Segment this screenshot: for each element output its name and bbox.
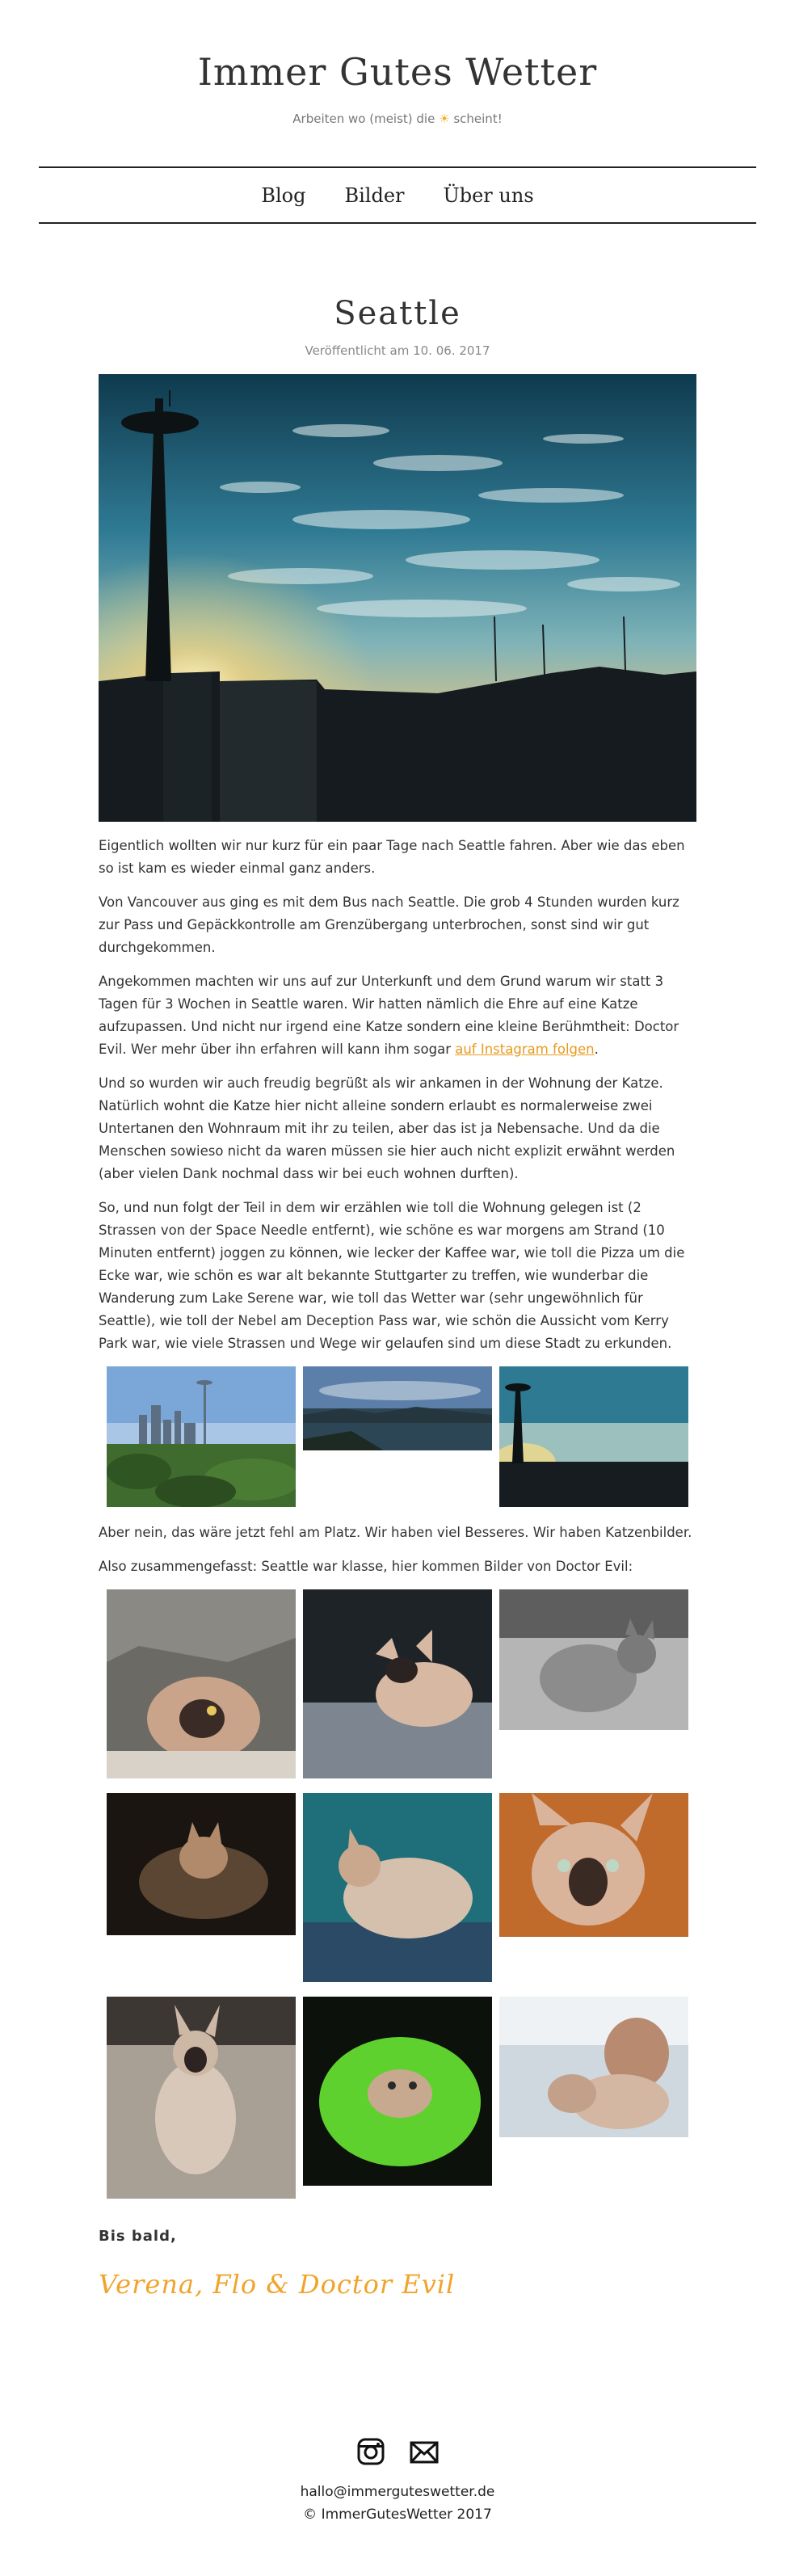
cat-image[interactable] bbox=[303, 1793, 492, 1985]
cat-image[interactable] bbox=[499, 1589, 688, 1782]
gallery-image-skyline[interactable] bbox=[107, 1366, 301, 1510]
blog-post: Seattle Veröffentlicht am 10. 06. 2017 E… bbox=[99, 295, 696, 2300]
instagram-link[interactable]: auf Instagram folgen bbox=[455, 1042, 594, 1057]
cat-image[interactable] bbox=[107, 1793, 296, 1985]
instagram-icon[interactable] bbox=[356, 2437, 385, 2466]
seattle-gallery bbox=[99, 1366, 696, 1510]
cat-gallery-row-3 bbox=[99, 1997, 696, 2202]
gallery-image-coast[interactable] bbox=[303, 1366, 492, 1510]
cat-image[interactable] bbox=[107, 1997, 296, 2202]
site-header: Immer Gutes Wetter Arbeiten wo (meist) d… bbox=[0, 0, 795, 126]
tagline: Arbeiten wo (meist) die ☀ scheint! bbox=[0, 112, 795, 126]
social-links bbox=[0, 2437, 795, 2466]
gallery-image-space-needle[interactable] bbox=[491, 1366, 688, 1510]
post-date: Veröffentlicht am 10. 06. 2017 bbox=[305, 343, 490, 358]
post-body: Eigentlich wollten wir nur kurz für ein … bbox=[99, 835, 696, 2202]
footer-email[interactable]: hallo@immerguteswetter.de bbox=[0, 2484, 795, 2500]
sun-icon: ☀ bbox=[439, 112, 450, 126]
footer-copyright: © ImmerGutesWetter 2017 bbox=[303, 2507, 492, 2523]
main-nav: Blog Bilder Über uns bbox=[39, 166, 756, 224]
paragraph-period: . bbox=[594, 1042, 599, 1057]
cat-gallery-row-1 bbox=[99, 1589, 696, 1782]
nav-item-bilder[interactable]: Bilder bbox=[344, 184, 404, 207]
paragraph: Eigentlich wollten wir nur kurz für ein … bbox=[99, 838, 685, 876]
post-title: Seattle bbox=[334, 295, 461, 332]
cat-gallery-row-2 bbox=[99, 1793, 696, 1985]
mail-icon[interactable] bbox=[410, 2437, 439, 2466]
signoff: Bis bald, bbox=[99, 2228, 177, 2245]
tagline-text: Arbeiten wo (meist) die bbox=[292, 112, 435, 126]
paragraph: Angekommen machten wir uns auf zur Unter… bbox=[99, 970, 696, 1061]
cat-image[interactable] bbox=[499, 1997, 688, 2202]
hero-image-space-needle bbox=[99, 374, 696, 822]
cat-image[interactable] bbox=[303, 1589, 492, 1782]
paragraph: Und so wurden wir auch freudig begrüßt a… bbox=[99, 1075, 675, 1181]
paragraph: Also zusammengefasst: Seattle war klasse… bbox=[99, 1559, 633, 1574]
site-footer: hallo@immerguteswetter.de © ImmerGutesWe… bbox=[0, 2437, 795, 2523]
cat-image[interactable] bbox=[303, 1997, 492, 2202]
site-title[interactable]: Immer Gutes Wetter bbox=[0, 50, 795, 94]
cat-image[interactable] bbox=[107, 1589, 296, 1782]
nav-item-ueber-uns[interactable]: Über uns bbox=[444, 184, 534, 207]
signature: Verena, Flo & Doctor Evil bbox=[99, 2269, 456, 2300]
cat-image[interactable] bbox=[499, 1793, 688, 1985]
paragraph: Aber nein, das wäre jetzt fehl am Platz.… bbox=[99, 1525, 692, 1540]
tagline-text-end: scheint! bbox=[453, 112, 503, 126]
nav-item-blog[interactable]: Blog bbox=[261, 184, 305, 207]
paragraph: So, und nun folgt der Teil in dem wir er… bbox=[99, 1200, 685, 1351]
paragraph: Von Vancouver aus ging es mit dem Bus na… bbox=[99, 894, 679, 955]
